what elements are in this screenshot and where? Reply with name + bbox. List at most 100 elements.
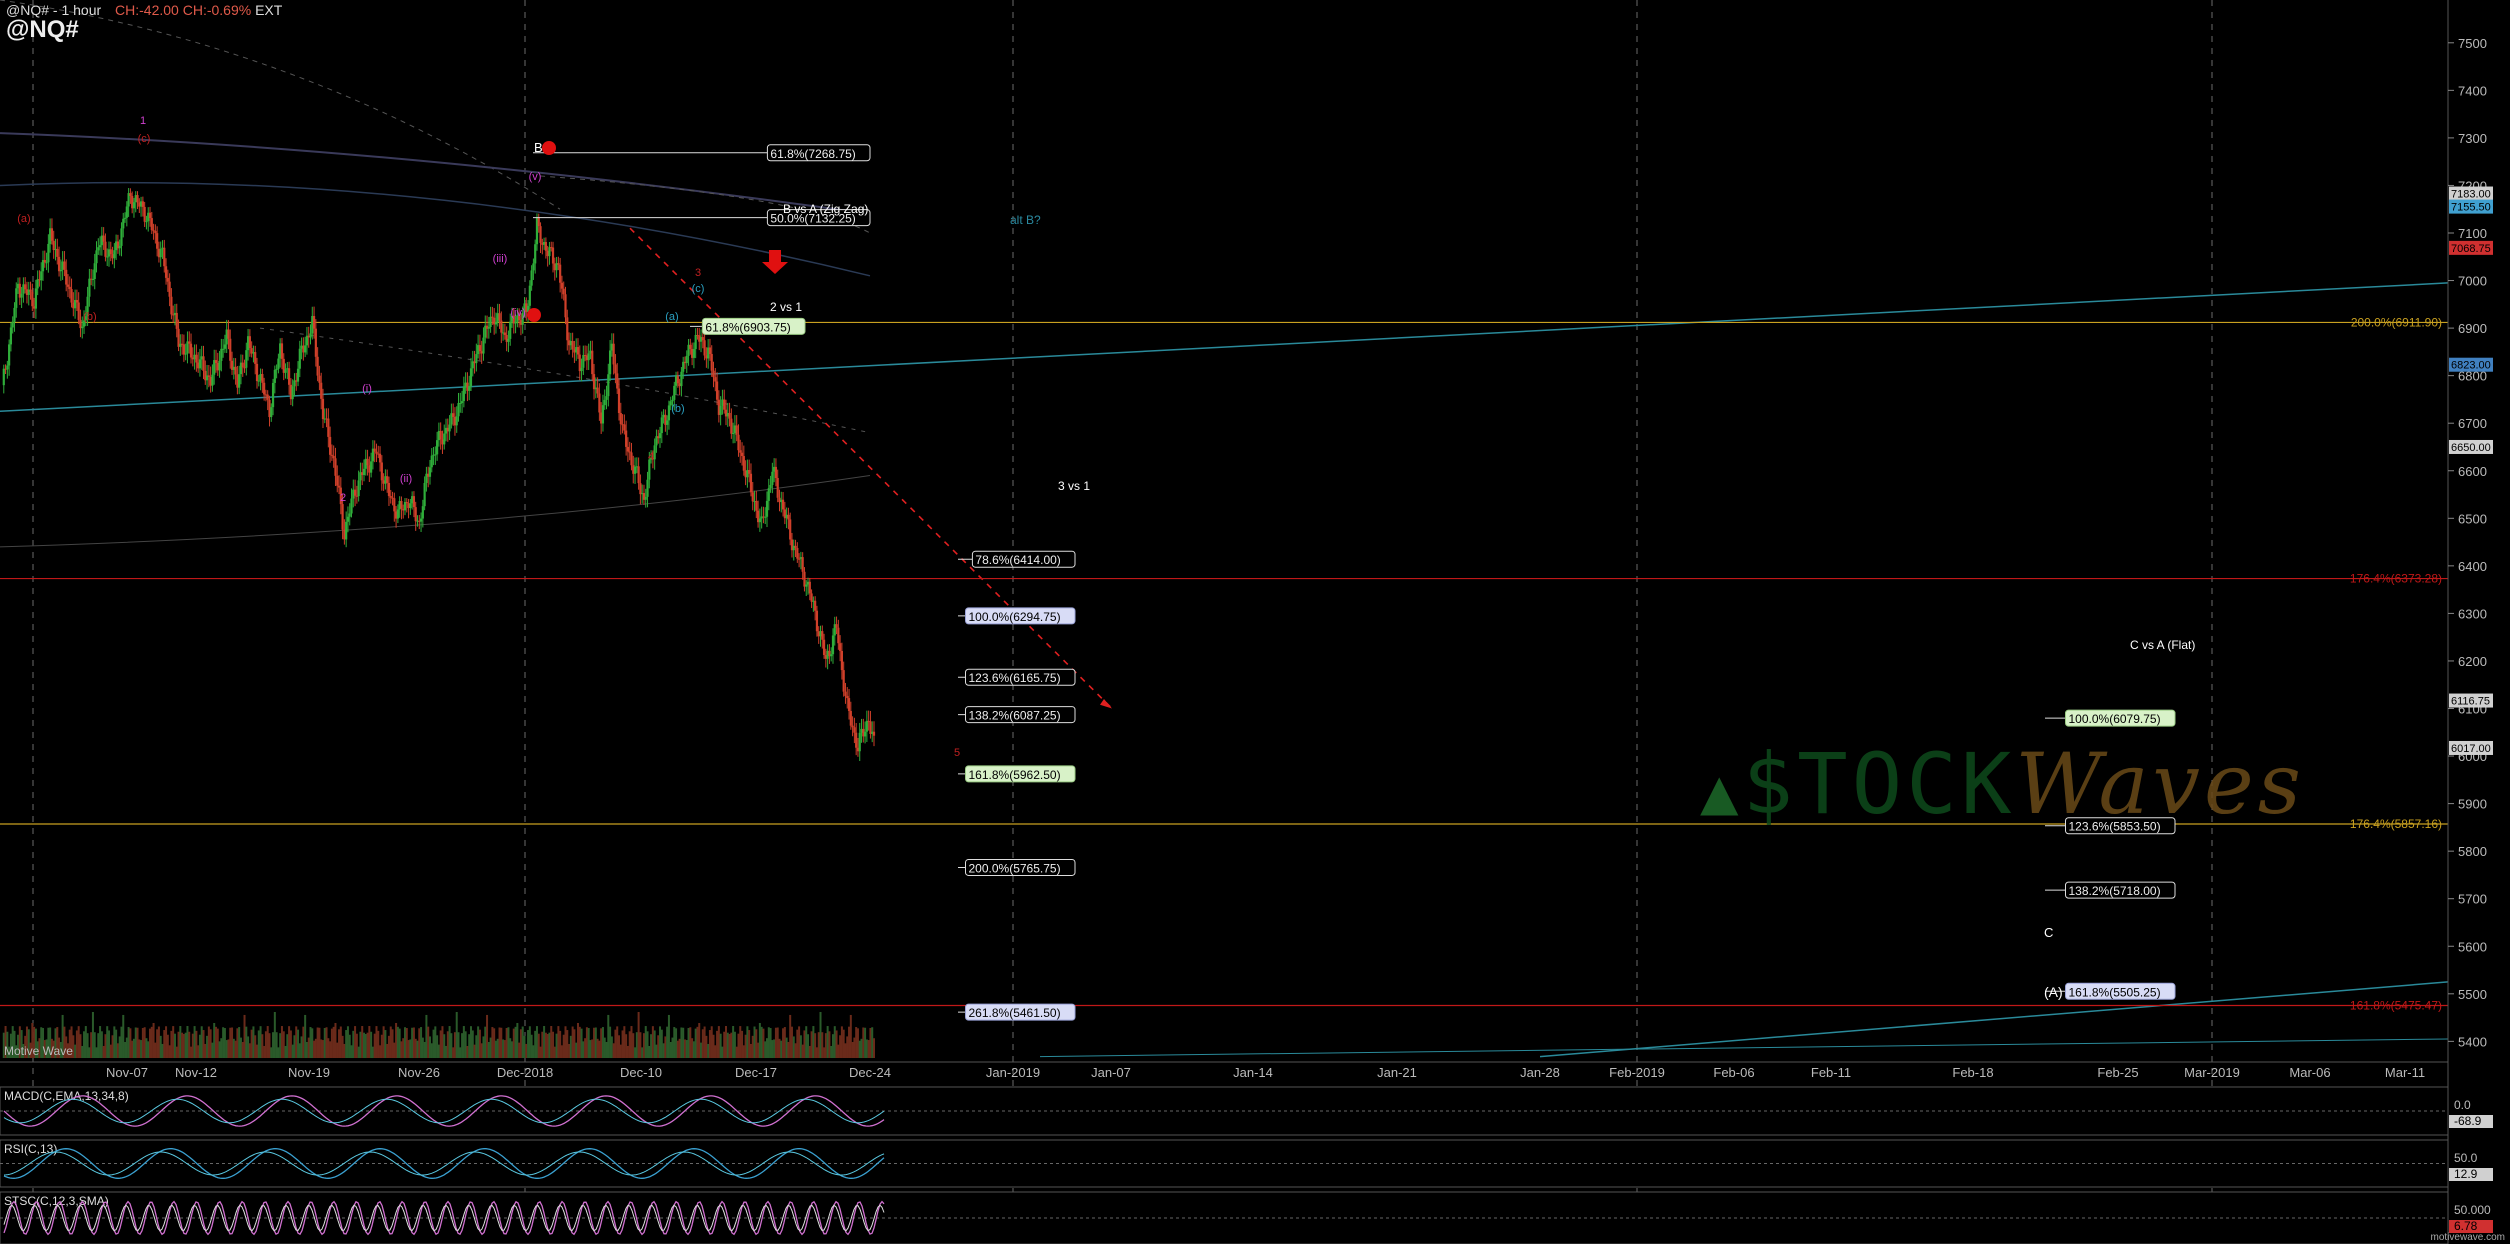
session-badge: EXT	[255, 2, 283, 18]
price-tick-label: 5400	[2458, 1034, 2487, 1049]
volume-bar	[256, 1044, 259, 1058]
volume-bar	[587, 1028, 590, 1058]
volume-bar	[172, 1026, 175, 1058]
volume-bar	[532, 1045, 535, 1058]
volume-bar	[632, 1033, 635, 1058]
volume-bar	[469, 1026, 472, 1058]
volume-bar	[338, 1029, 341, 1058]
candle-body	[75, 299, 78, 303]
candle-body	[749, 473, 753, 493]
volume-bar	[607, 1014, 610, 1058]
volume-bar	[357, 1046, 360, 1058]
volume-bar	[173, 1033, 176, 1058]
candle-body	[396, 509, 399, 519]
volume-bar	[694, 1028, 697, 1058]
volume-bar	[143, 1027, 146, 1058]
volume-bar	[204, 1043, 207, 1058]
wave-label: (a)	[17, 213, 30, 225]
candle-body	[796, 547, 799, 559]
level-line-label: 176.4%(6373.28)	[2350, 572, 2442, 586]
volume-bar	[362, 1032, 365, 1058]
volume-bar	[707, 1043, 710, 1058]
candle-body	[248, 336, 251, 349]
volume-bar	[653, 1030, 656, 1058]
candle-body	[362, 468, 366, 476]
fib-box-label: 161.8%(5962.50)	[969, 768, 1061, 782]
volume-bar	[313, 1040, 316, 1058]
fib-box-label: 138.2%(5718.00)	[2069, 884, 2161, 898]
candle-body	[222, 348, 225, 350]
candle-body	[751, 492, 754, 502]
candle-body	[562, 288, 565, 295]
candle-body	[380, 462, 383, 481]
candle-body	[844, 691, 847, 696]
volume-bar	[241, 1041, 244, 1058]
candle-body	[459, 403, 462, 405]
volume-bar	[268, 1033, 271, 1058]
candle-body	[781, 499, 785, 510]
volume-bar	[86, 1033, 89, 1058]
volume-bar	[122, 1014, 125, 1058]
indicator-tick-label: 50.000	[2454, 1203, 2491, 1217]
volume-bar	[116, 1043, 119, 1058]
volume-bar	[416, 1040, 419, 1058]
volume-bar	[621, 1030, 624, 1058]
volume-bar	[817, 1032, 820, 1058]
time-axis-label: Jan-14	[1233, 1065, 1273, 1080]
volume-bar	[543, 1026, 546, 1058]
volume-bar	[535, 1026, 538, 1058]
candle-body	[148, 212, 152, 219]
volume-bar	[111, 1035, 114, 1058]
wave-label: (b)	[671, 403, 684, 415]
volume-bar	[751, 1035, 754, 1058]
volume-bar	[405, 1028, 408, 1058]
candle-body	[737, 434, 740, 451]
candle-body	[403, 502, 407, 511]
candle-body	[728, 412, 731, 419]
volume-bar	[443, 1034, 446, 1058]
candle-body	[723, 399, 726, 410]
price-chart[interactable]: 200.0%(6911.90) 176.4%(6373.28) 176.4%(585…	[0, 0, 2510, 1244]
candle-body	[316, 356, 319, 376]
credit-label: motivewave.com	[2431, 1232, 2505, 1243]
volume-bar	[439, 1030, 442, 1058]
volume-bar	[537, 1033, 540, 1058]
red-arrowhead-icon	[1100, 698, 1112, 709]
candle-body	[591, 350, 594, 375]
candle-body	[582, 355, 585, 368]
fib-box-label: 200.0%(5765.75)	[969, 861, 1061, 875]
candle-body	[129, 193, 132, 196]
candle-body	[748, 469, 751, 474]
time-axis-label: Feb-11	[1811, 1065, 1851, 1080]
volume-bar	[594, 1027, 597, 1058]
volume-bar	[828, 1031, 831, 1058]
candle-body	[730, 418, 733, 434]
symbol-label: @NQ#	[6, 16, 79, 43]
volume-bar	[705, 1035, 708, 1058]
volume-bar	[810, 1031, 813, 1058]
time-axis[interactable]: Nov-07 Nov-12 Nov-19 Nov-26 Dec-2018 Dec-10 De…	[0, 1061, 2448, 1080]
volume-bar	[769, 1028, 772, 1058]
candle-body	[95, 250, 98, 264]
candle-body	[537, 217, 540, 227]
volume-bar	[552, 1031, 555, 1058]
price-tag-label: 7068.75	[2451, 243, 2491, 255]
volume-bar	[511, 1041, 514, 1058]
fib-boxes-layer: 61.8%(7268.75)50.0%(7132.25)61.8%(6903.7…	[533, 144, 2176, 1021]
volume-bar	[216, 1028, 219, 1058]
price-axis[interactable]: 5400550056005700580059006000610062006300…	[2447, 0, 2493, 1244]
candle-body	[400, 501, 403, 509]
candle-body	[740, 452, 744, 457]
candle-body	[468, 386, 471, 391]
candle-body	[719, 405, 722, 415]
time-axis-label: Jan-07	[1091, 1065, 1131, 1080]
volume-bar	[436, 1035, 439, 1058]
volume-bar	[314, 1038, 317, 1058]
candle-body	[851, 725, 854, 728]
candle-body	[623, 424, 626, 431]
fib-box-label: 123.6%(6165.75)	[969, 671, 1061, 685]
volume-bar	[437, 1044, 440, 1058]
volume-bar	[691, 1038, 694, 1058]
volume-bar	[605, 1041, 608, 1058]
volume-bar	[211, 1042, 214, 1058]
